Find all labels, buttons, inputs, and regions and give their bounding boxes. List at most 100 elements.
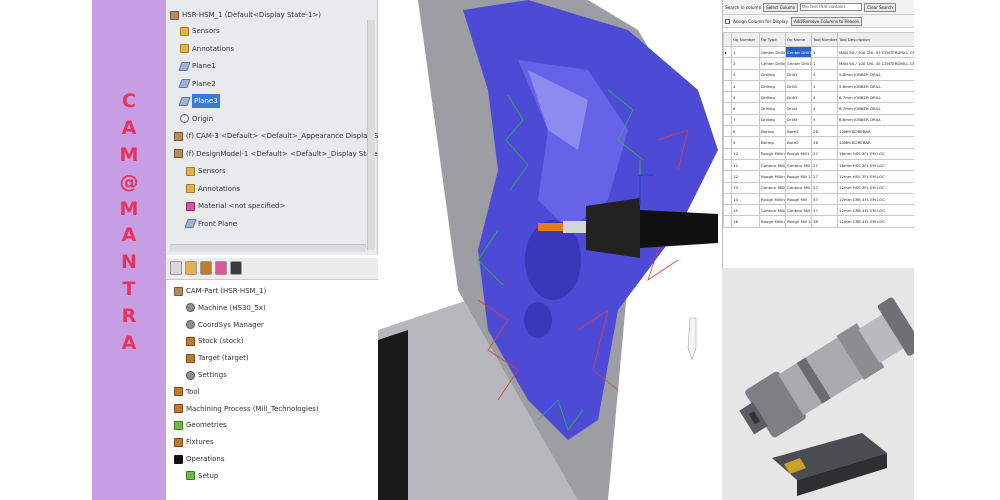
table-cell[interactable]: 12mm CRB 4FL EM LOC bbox=[837, 192, 914, 206]
cam-tree-item[interactable]: Setup bbox=[186, 469, 218, 483]
table-cell[interactable]: MAN 90 / 100 CHL 45 CENTERDRILL CENTER bbox=[837, 45, 914, 59]
cam-tree-item[interactable]: Operations bbox=[174, 452, 224, 466]
feature-tree-item[interactable]: Plane1 bbox=[178, 59, 216, 73]
table-cell[interactable]: 13 bbox=[731, 181, 760, 194]
table-row[interactable]: 6 Drilling Drill4 4 6.7mm JOBBER DRILL bbox=[723, 102, 914, 115]
table-row[interactable]: 12 Rough Milling Rough Mill 1 27 12mm HSS 3F… bbox=[723, 170, 914, 183]
tab-property-manager[interactable] bbox=[185, 261, 197, 275]
row-marker[interactable] bbox=[723, 57, 732, 70]
table-cell[interactable]: 6.7mm JOBBER DRILL bbox=[837, 102, 914, 115]
table-row[interactable]: 4 Drilling Drill2 3 5.8mm JOBBER DRILL bbox=[723, 79, 914, 93]
table-cell[interactable]: 15 bbox=[731, 204, 760, 217]
feature-tree-item[interactable]: (f) DesignModel-1 <Default> <Default>_Di… bbox=[174, 147, 390, 161]
row-marker[interactable] bbox=[723, 170, 732, 183]
tab-feature-manager[interactable] bbox=[170, 261, 182, 275]
table-cell[interactable]: 1 bbox=[811, 45, 838, 59]
table-cell[interactable]: Rough Milling bbox=[759, 170, 786, 183]
table-cell[interactable]: Contour Milling bbox=[759, 204, 786, 217]
cam-tree-item[interactable]: Fixtures bbox=[174, 435, 213, 449]
table-row[interactable]: 7 Drilling Drill5 5 6.8mm JOBBER DRILL bbox=[723, 113, 914, 127]
table-cell[interactable]: Center Drill1 bbox=[785, 45, 812, 59]
table-cell[interactable]: 5.8mm JOBBER DRILL bbox=[837, 68, 914, 81]
table-cell[interactable]: 9 bbox=[731, 136, 760, 149]
add-remove-columns-button[interactable]: Add/Remove Columns to Reason bbox=[790, 16, 863, 26]
row-marker[interactable] bbox=[723, 79, 732, 93]
table-cell[interactable]: 10MM BOREBAR bbox=[837, 125, 914, 138]
column-header[interactable]: Op Number bbox=[731, 32, 760, 47]
feature-tree-item[interactable]: Origin bbox=[180, 112, 213, 126]
table-cell[interactable]: 10MM BOREBAR bbox=[837, 136, 914, 149]
table-cell[interactable]: Drill2 bbox=[785, 79, 812, 93]
feature-tree-item[interactable]: Annotations bbox=[180, 42, 234, 56]
table-cell[interactable]: 7 bbox=[731, 113, 760, 127]
row-marker[interactable] bbox=[723, 181, 732, 194]
feature-tree-item[interactable]: Front Plane bbox=[184, 217, 237, 231]
table-cell[interactable]: 14 bbox=[731, 192, 760, 206]
table-cell[interactable]: 10 bbox=[731, 147, 760, 160]
table-cell[interactable]: 26 bbox=[811, 125, 838, 138]
tab-display-manager[interactable] bbox=[215, 261, 227, 275]
tab-cam-manager[interactable] bbox=[230, 261, 242, 275]
cam-tree-item[interactable]: Tool bbox=[174, 385, 200, 399]
table-cell[interactable]: Rough Milling bbox=[759, 215, 786, 228]
table-cell[interactable]: 1 bbox=[811, 57, 838, 70]
table-cell[interactable]: Rough Mill1 bbox=[785, 147, 812, 160]
table-cell[interactable]: MAN 90 / 100 CHL 45 CENTERDRILL CENTER bbox=[837, 57, 914, 70]
feature-tree-item[interactable]: Sensors bbox=[180, 24, 220, 38]
feature-tree-item[interactable]: Annotations bbox=[186, 182, 240, 196]
table-cell[interactable]: Rough Milling bbox=[759, 192, 786, 206]
table-cell[interactable]: 2 bbox=[731, 57, 760, 70]
feature-tree-vscroll[interactable] bbox=[367, 20, 375, 250]
table-cell[interactable]: 5 bbox=[731, 91, 760, 104]
feature-tree-item[interactable]: Material <not specified> bbox=[186, 199, 285, 213]
cam-tree-item[interactable]: Settings bbox=[186, 368, 227, 382]
table-cell[interactable]: 5 bbox=[811, 113, 838, 127]
table-cell[interactable]: Rough Mill 5 bbox=[785, 215, 812, 228]
table-cell[interactable]: Rough Mill bbox=[785, 192, 812, 206]
table-cell[interactable]: 1 bbox=[731, 45, 760, 59]
table-cell[interactable]: Drill3 bbox=[785, 91, 812, 104]
table-row[interactable]: 9 Boring Bore2 26 10MM BOREBAR bbox=[723, 136, 914, 149]
table-cell[interactable]: 12mm CRB 4FL EM LOC bbox=[837, 204, 914, 217]
table-cell[interactable]: 12mm HSS 3FL EM LOC bbox=[837, 170, 914, 183]
table-cell[interactable]: Contour Mill 1 bbox=[785, 181, 812, 194]
table-cell[interactable]: Drill5 bbox=[785, 113, 812, 127]
table-cell[interactable]: Drill4 bbox=[785, 102, 812, 115]
table-row[interactable]: 8 Boring Bore1 26 10MM BOREBAR bbox=[723, 125, 914, 138]
table-cell[interactable]: 4 bbox=[731, 79, 760, 93]
column-header[interactable]: Tool Number bbox=[811, 32, 838, 47]
column-header[interactable]: Op Type bbox=[759, 32, 786, 47]
table-row[interactable]: 11Contour MillingContour Mill12716mm HSS… bbox=[723, 158, 914, 172]
table-cell[interactable]: Boring bbox=[759, 125, 786, 138]
row-marker[interactable] bbox=[723, 204, 732, 217]
row-marker[interactable] bbox=[723, 158, 732, 172]
table-cell[interactable]: Drilling bbox=[759, 68, 786, 81]
table-cell[interactable]: Contour Milling bbox=[759, 158, 786, 172]
row-marker[interactable] bbox=[723, 113, 732, 127]
table-cell[interactable]: 3 bbox=[731, 68, 760, 81]
table-cell[interactable]: 27 bbox=[811, 158, 838, 172]
table-cell[interactable]: 38 bbox=[811, 215, 838, 228]
table-row[interactable]: 3 Drilling Drill1 3 5.8mm JOBBER DRILL bbox=[723, 68, 914, 81]
table-cell[interactable]: Center Drill1 bbox=[785, 57, 812, 70]
table-row[interactable]: 2Center DrillingCenter Drill11MAN 90 / 1… bbox=[723, 57, 914, 70]
cam-tree-item[interactable]: CAM-Part (HSR-HSM_1) bbox=[174, 284, 266, 298]
cad-viewport[interactable] bbox=[378, 0, 722, 500]
table-cell[interactable]: Center Drilling bbox=[759, 57, 786, 70]
feature-tree-hscroll[interactable] bbox=[170, 244, 366, 251]
cam-tree-item[interactable]: Stock (stock) bbox=[186, 334, 244, 348]
table-cell[interactable]: Center Drilling bbox=[759, 45, 786, 59]
table-cell[interactable]: 5.8mm JOBBER DRILL bbox=[837, 79, 914, 93]
cam-tree-item[interactable]: Geometries bbox=[174, 418, 227, 432]
table-cell[interactable]: 12mm HSS 3FL EM LOC bbox=[837, 181, 914, 194]
column-header[interactable]: Tool Description bbox=[837, 32, 914, 47]
table-row[interactable]: 15Contour MillingContour Mill3712mm CRB … bbox=[723, 204, 914, 217]
table-row[interactable]: 14 Rough Milling Rough Mill 37 12mm CRB 4FL … bbox=[723, 192, 914, 206]
table-cell[interactable]: 26 bbox=[811, 136, 838, 149]
table-cell[interactable]: Bore1 bbox=[785, 125, 812, 138]
cam-tree-item[interactable]: Machine (HS30_5x) bbox=[186, 301, 266, 315]
row-marker[interactable] bbox=[723, 68, 732, 81]
table-row[interactable]: ▸1Center DrillingCenter Drill11MAN 90 / … bbox=[723, 45, 914, 59]
table-cell[interactable]: 16 bbox=[731, 215, 760, 228]
table-cell[interactable]: 3 bbox=[811, 79, 838, 93]
